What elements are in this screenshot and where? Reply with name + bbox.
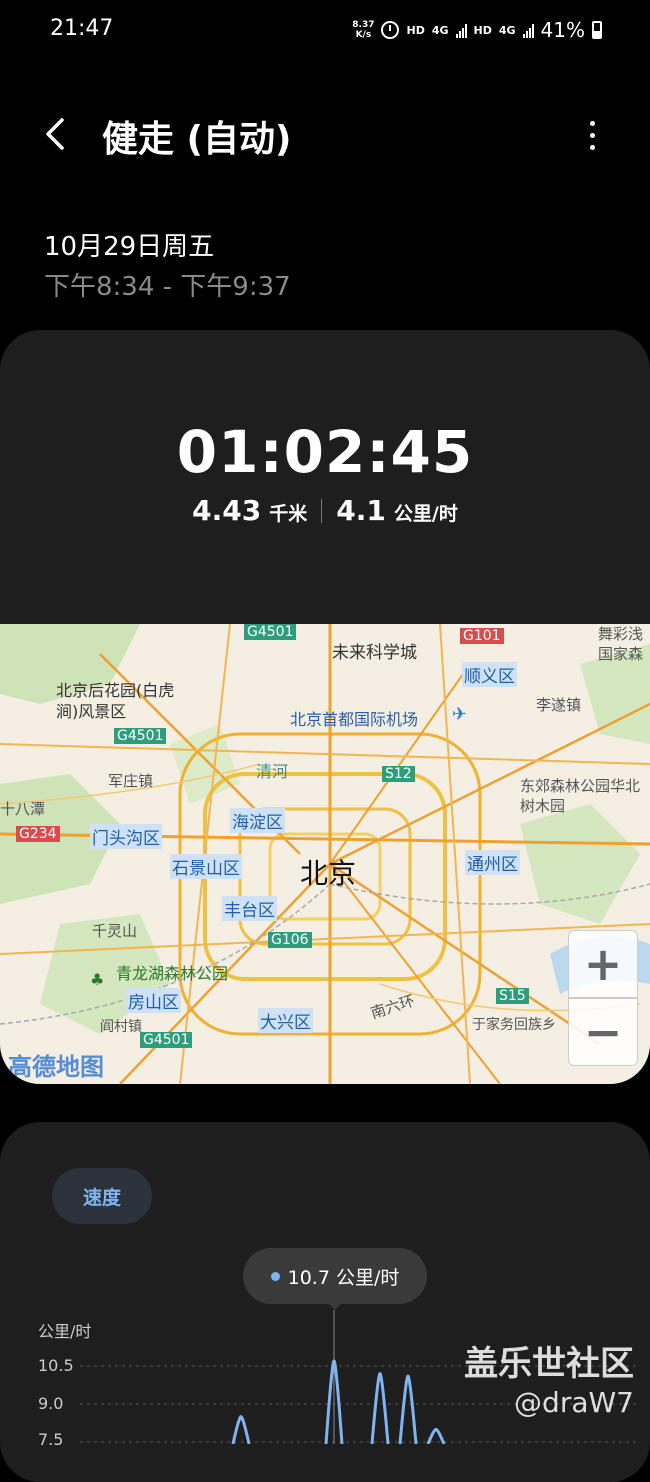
zoom-out-button[interactable]: − [568, 998, 638, 1066]
network-type-label-2: 4G [498, 23, 516, 37]
chart-speed-peak [370, 1372, 390, 1444]
map-label-park: 舞彩浅国家森 [598, 625, 644, 663]
park-icon: ♣ [90, 970, 105, 989]
duration-value: 01:02:45 [176, 418, 474, 486]
stats-divider [321, 498, 323, 523]
page-title: 健走 (自动) [102, 119, 292, 160]
battery-icon [592, 21, 602, 39]
distance-value: 4.43 [192, 494, 262, 527]
route-map[interactable]: 北京 海淀区 石景山区 丰台区 门头沟区 通州区 大兴区 房山区 顺义区 北京首… [0, 624, 650, 1084]
map-label-airport: 北京首都国际机场 [290, 710, 419, 729]
map-label-district: 顺义区 [462, 662, 517, 687]
map-label-city: 北京 [300, 857, 357, 890]
map-label-district: 门头沟区 [90, 824, 162, 849]
more-options-button[interactable] [578, 114, 606, 156]
map-provider-logo: 高德地图 [8, 1053, 104, 1081]
watermark-handle: @draW7 [514, 1386, 634, 1419]
status-bar: 21:47 8.37 K/s HD 4G HD 4G 41% [0, 0, 650, 60]
map-label-place: 未来科学城 [332, 643, 417, 663]
signal-icon-2 [522, 22, 534, 38]
map-label-town: 阎村镇 [100, 1019, 142, 1035]
map-highway-shield: S12 [382, 766, 415, 782]
map-label-district: 大兴区 [258, 1008, 313, 1033]
avg-speed-value: 4.1 [336, 494, 386, 527]
map-highway-shield: G106 [268, 932, 312, 948]
hd-label: HD [406, 23, 425, 37]
summary-stats: 4.43 千米 4.1 公里/时 [0, 494, 650, 527]
speed-chart-card: 速度 10.7 公里/时 公里/时 10.5 9.0 7.5 [0, 1122, 650, 1482]
avg-speed-unit: 公里/时 [393, 503, 458, 525]
map-label-park: 青龙湖森林公园 [116, 964, 229, 983]
chart-speed-peak [426, 1427, 446, 1444]
airport-icon: ✈ [452, 704, 468, 725]
map-label-place: 千灵山 [92, 922, 138, 940]
map-highway-shield: G4501 [244, 624, 297, 640]
session-time-range: 下午8:34 - 下午9:37 [44, 272, 291, 302]
alarm-icon [381, 21, 400, 39]
network-type-label: 4G [431, 23, 449, 37]
map-highway-shield: G101 [460, 628, 504, 644]
map-label-river: 清河 [256, 762, 289, 781]
map-label-town: 军庄镇 [108, 772, 154, 790]
map-highway-shield: S15 [496, 988, 529, 1004]
signal-icon [455, 22, 467, 38]
zoom-in-button[interactable]: + [568, 930, 638, 998]
chart-speed-peak [398, 1374, 418, 1444]
session-date: 10月29日周五 [44, 232, 215, 262]
back-button[interactable] [36, 112, 80, 156]
map-label-park: 东郊森林公园华北树木园 [520, 777, 641, 815]
status-time: 21:47 [50, 16, 114, 41]
map-label-district: 丰台区 [222, 896, 277, 921]
watermark-title: 盖乐世社区 [464, 1344, 634, 1384]
map-label-district: 海淀区 [230, 808, 285, 833]
network-speed: 8.37 K/s [352, 20, 375, 40]
chevron-left-icon [46, 118, 64, 150]
map-highway-shield: G234 [16, 826, 60, 842]
chart-speed-peak [231, 1415, 251, 1444]
map-label-place: 北京后花园(白虎涧)风景区 [56, 681, 175, 721]
hd-label-2: HD [473, 23, 492, 37]
map-label-town: 于家务回族乡 [472, 1017, 556, 1033]
map-label-district: 石景山区 [170, 854, 242, 879]
map-highway-shield: G4501 [114, 728, 167, 744]
more-vertical-icon [589, 120, 595, 126]
battery-percent: 41% [540, 18, 585, 42]
status-icons: 8.37 K/s HD 4G HD 4G 41% [352, 14, 602, 46]
map-label-town: 李遂镇 [536, 696, 582, 714]
map-label-district: 通州区 [465, 850, 520, 875]
distance-unit: 千米 [269, 503, 308, 525]
map-highway-shield: G4501 [140, 1032, 193, 1048]
map-label-district: 房山区 [126, 988, 181, 1013]
summary-card: 01:02:45 4.43 千米 4.1 公里/时 北京 海淀区 石景山区 丰台… [0, 330, 650, 1084]
map-label-place: 十八潭 [0, 800, 46, 818]
